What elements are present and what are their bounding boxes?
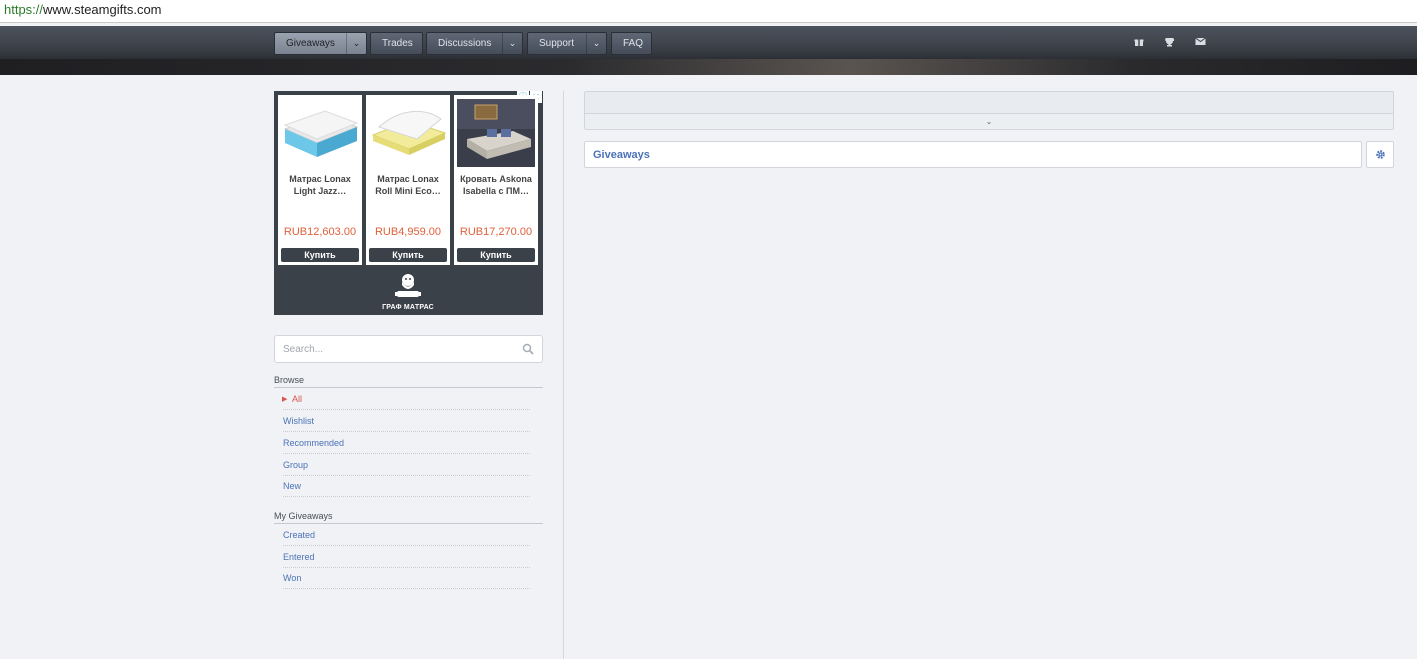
- brand-logo[interactable]: ГРАФ МАТРАС: [382, 271, 434, 313]
- nav-faq-label: FAQ: [623, 38, 644, 49]
- nav-giveaways-label: Giveaways: [286, 38, 335, 49]
- ad-buy-button[interactable]: Купить: [281, 248, 359, 262]
- sidebar-item-won[interactable]: Won: [283, 573, 530, 589]
- featured-panel: ⌄: [584, 91, 1394, 130]
- sidebar-item-wishlist[interactable]: Wishlist: [283, 416, 530, 432]
- url-text: https://www.steamgifts.com: [4, 2, 162, 17]
- nav-support-button[interactable]: Support ⌄: [527, 32, 607, 55]
- chevron-down-icon[interactable]: ⌄: [502, 33, 522, 54]
- sidebar-item-entered[interactable]: Entered: [283, 552, 530, 568]
- chevron-down-icon[interactable]: ⌄: [586, 33, 606, 54]
- settings-button[interactable]: [1366, 141, 1394, 168]
- mattress-image: [281, 99, 359, 167]
- url-host: www.steamgifts.com: [43, 2, 162, 17]
- sidebar-item-label: All: [292, 394, 306, 404]
- sidebar-ad[interactable]: ⓘ ✕ Матрас Lonax Light Jazz… RUB12,603.0…: [274, 91, 543, 315]
- ad-product-title[interactable]: Кровать Askona Isabella с ПМ…: [456, 173, 536, 197]
- sidebar-item-created[interactable]: Created: [283, 530, 530, 546]
- brand-logo-icon: [395, 274, 421, 297]
- ad-product-card[interactable]: Кровать Askona Isabella с ПМ… RUB17,270.…: [454, 95, 538, 265]
- ad-product-title[interactable]: Матрас Lonax Light Jazz…: [280, 173, 360, 197]
- sidebar-item-label: Created: [283, 530, 319, 540]
- sidebar-item-label: Entered: [283, 552, 318, 562]
- nav-giveaways-button[interactable]: Giveaways ⌄: [274, 32, 367, 55]
- nav-trades-button[interactable]: Trades: [370, 32, 423, 55]
- sidebar-item-all[interactable]: ▶ All: [282, 394, 530, 410]
- brand-name: ГРАФ МАТРАС: [382, 304, 434, 311]
- site-header: Giveaways ⌄ Trades Discussions ⌄ Support…: [0, 26, 1417, 75]
- search-box[interactable]: [274, 335, 543, 363]
- ad-product-price: RUB12,603.00: [283, 226, 357, 238]
- ad-product-price: RUB17,270.00: [459, 226, 533, 238]
- mattress-image: [369, 99, 447, 167]
- ad-product-card[interactable]: Матрас Lonax Roll Mini Eco… RUB4,959.00 …: [366, 95, 450, 265]
- nav-discussions-button[interactable]: Discussions ⌄: [426, 32, 523, 55]
- nav-faq-button[interactable]: FAQ: [611, 32, 652, 55]
- ad-product-price: RUB4,959.00: [374, 226, 442, 238]
- ad-product-title[interactable]: Матрас Lonax Roll Mini Eco…: [368, 173, 448, 197]
- nav-support-label: Support: [539, 38, 575, 49]
- sidebar-item-label: Wishlist: [283, 416, 317, 426]
- sidebar-item-recommended[interactable]: Recommended: [283, 438, 530, 454]
- url-protocol: https://: [4, 2, 44, 17]
- address-bar[interactable]: https://www.steamgifts.com: [0, 0, 1417, 23]
- nav-discussions-label: Discussions: [438, 38, 492, 49]
- ad-buy-button[interactable]: Купить: [369, 248, 447, 262]
- chevron-down-icon[interactable]: ⌄: [585, 113, 1393, 129]
- caret-right-icon: ▶: [282, 396, 288, 403]
- trophy-icon[interactable]: [1162, 37, 1176, 51]
- chevron-down-icon[interactable]: ⌄: [346, 33, 366, 54]
- sidebar-item-label: Won: [283, 573, 305, 583]
- page-title[interactable]: Giveaways: [593, 149, 650, 161]
- sidebar-item-group[interactable]: Group: [283, 460, 530, 476]
- search-input[interactable]: [283, 342, 513, 356]
- nav-trades-label: Trades: [382, 38, 413, 49]
- header-banner: [0, 59, 1417, 75]
- sidebar-item-label: New: [283, 481, 305, 491]
- sidebar-item-new[interactable]: New: [283, 481, 530, 497]
- search-icon[interactable]: [522, 343, 534, 355]
- column-divider: [563, 91, 564, 659]
- browse-heading: Browse: [274, 375, 543, 388]
- gift-icon[interactable]: [1132, 37, 1146, 51]
- ad-product-card[interactable]: Матрас Lonax Light Jazz… RUB12,603.00 Ку…: [278, 95, 362, 265]
- page-heading: Giveaways: [584, 141, 1362, 168]
- my-giveaways-heading: My Giveaways: [274, 511, 543, 524]
- gear-icon: [1375, 150, 1385, 159]
- ad-buy-button[interactable]: Купить: [457, 248, 535, 262]
- bed-image: [457, 99, 535, 167]
- sidebar-item-label: Group: [283, 460, 312, 470]
- sidebar-item-label: Recommended: [283, 438, 348, 448]
- envelope-icon[interactable]: [1193, 37, 1207, 51]
